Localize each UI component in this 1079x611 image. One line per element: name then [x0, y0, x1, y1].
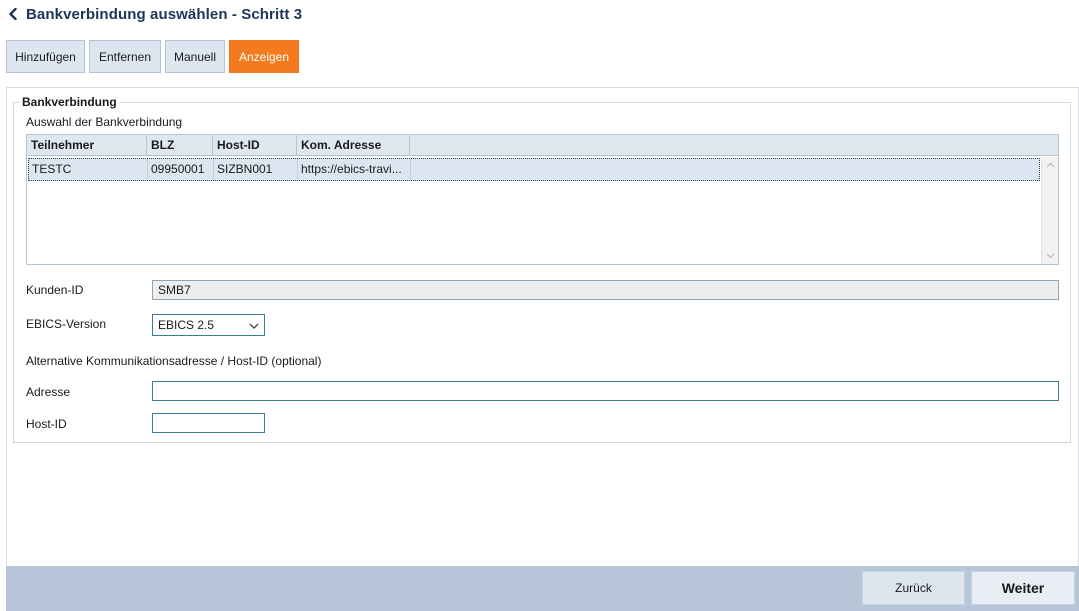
- column-header-kom-adresse[interactable]: Kom. Adresse: [297, 135, 410, 156]
- cell-blz: 09950001: [148, 159, 214, 180]
- fieldset-legend: Bankverbindung: [20, 95, 119, 109]
- address-input[interactable]: [152, 381, 1059, 401]
- add-button[interactable]: Hinzufügen: [6, 40, 85, 73]
- column-header-host-id[interactable]: Host-ID: [213, 135, 297, 156]
- bank-connection-fieldset: Bankverbindung Auswahl der Bankverbindun…: [13, 95, 1071, 443]
- toolbar: Hinzufügen Entfernen Manuell Anzeigen: [6, 40, 303, 73]
- customer-id-field[interactable]: SMB7: [152, 280, 1059, 300]
- alternative-address-heading: Alternative Kommunikationsadresse / Host…: [26, 354, 322, 368]
- table-row[interactable]: TESTC 09950001 SIZBN001 https://ebics-tr…: [28, 158, 1040, 181]
- page-title: Bankverbindung auswählen - Schritt 3: [26, 5, 303, 23]
- ebics-version-value: EBICS 2.5: [158, 318, 215, 332]
- chevron-down-icon: [249, 318, 259, 332]
- bank-connection-table: Teilnehmer BLZ Host-ID Kom. Adresse TEST…: [26, 134, 1059, 265]
- page-header: Bankverbindung auswählen - Schritt 3: [6, 4, 302, 24]
- ebics-version-label: EBICS-Version: [26, 317, 107, 331]
- footer-bar: Zurück Weiter: [6, 566, 1079, 611]
- chevron-left-icon[interactable]: [6, 7, 20, 21]
- column-header-filler: [410, 135, 1058, 156]
- customer-id-label: Kunden-ID: [26, 283, 84, 297]
- manual-button[interactable]: Manuell: [165, 40, 225, 73]
- back-button[interactable]: Zurück: [862, 571, 965, 605]
- table-scrollbar[interactable]: [1041, 157, 1058, 264]
- cell-filler: [411, 159, 1039, 180]
- host-id-input[interactable]: [152, 413, 265, 433]
- cell-kom-adresse: https://ebics-travi...: [298, 159, 411, 180]
- cell-host-id: SIZBN001: [214, 159, 298, 180]
- cell-teilnehmer: TESTC: [29, 159, 148, 180]
- show-button[interactable]: Anzeigen: [229, 40, 299, 73]
- scroll-down-icon[interactable]: [1042, 249, 1059, 263]
- column-header-blz[interactable]: BLZ: [147, 135, 213, 156]
- main-panel: Bankverbindung Auswahl der Bankverbindun…: [6, 87, 1079, 567]
- selection-label: Auswahl der Bankverbindung: [26, 115, 183, 129]
- column-header-teilnehmer[interactable]: Teilnehmer: [27, 135, 147, 156]
- host-id-label: Host-ID: [26, 417, 67, 431]
- remove-button[interactable]: Entfernen: [89, 40, 161, 73]
- address-label: Adresse: [26, 385, 71, 399]
- table-header: Teilnehmer BLZ Host-ID Kom. Adresse: [27, 135, 1058, 156]
- scroll-up-icon[interactable]: [1042, 158, 1059, 172]
- next-button[interactable]: Weiter: [971, 571, 1075, 605]
- ebics-version-select[interactable]: EBICS 2.5: [152, 314, 265, 336]
